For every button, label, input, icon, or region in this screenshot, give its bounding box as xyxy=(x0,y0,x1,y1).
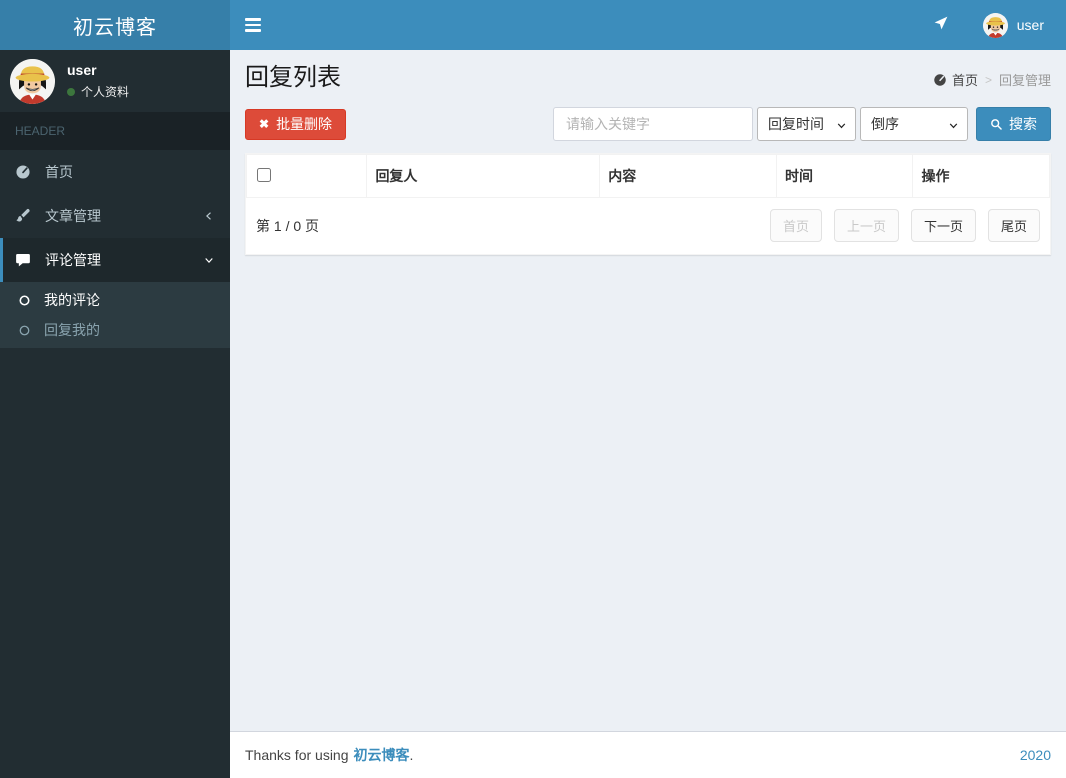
x-icon: ✖ xyxy=(259,117,270,131)
submenu-item-label: 我的评论 xyxy=(44,292,100,308)
logo-link[interactable]: 初云博客 xyxy=(0,0,230,50)
footer-period: . xyxy=(409,747,414,763)
send-message-button[interactable] xyxy=(919,0,963,50)
first-page-button: 首页 xyxy=(769,209,822,242)
reply-list-box: 回复人 内容 时间 操作 第 1 / 0 页 首页 上一页 下一页 尾页 xyxy=(245,153,1051,255)
submenu-item-label: 回复我的 xyxy=(44,322,100,338)
column-header-content: 内容 xyxy=(599,154,777,198)
top-navbar: user xyxy=(230,0,1066,50)
sidebar-item-my-comments[interactable]: 我的评论 xyxy=(0,285,230,315)
order-select-wrap: 倒序 xyxy=(860,107,968,141)
last-page-button[interactable]: 尾页 xyxy=(987,209,1040,242)
breadcrumb-separator: > xyxy=(984,72,992,87)
table-header-row: 回复人 内容 时间 操作 xyxy=(245,154,1050,198)
pagination-bar: 第 1 / 0 页 首页 上一页 下一页 尾页 xyxy=(246,198,1050,254)
dashboard-icon xyxy=(15,162,35,182)
sidebar-item-articles[interactable]: 文章管理 xyxy=(0,194,230,238)
column-header-actions: 操作 xyxy=(912,154,1050,198)
online-status-icon xyxy=(67,87,75,96)
sidebar-toggle-button[interactable] xyxy=(230,0,276,50)
main-footer: Thanks for using 初云博客 . 2020 xyxy=(230,731,1066,778)
sidebar-user-panel: user 个人资料 xyxy=(0,50,230,112)
sidebar-item-comments[interactable]: 评论管理 xyxy=(0,238,230,282)
sidebar-item-label: 评论管理 xyxy=(45,252,101,268)
breadcrumb-home-link[interactable]: 首页 xyxy=(933,70,978,89)
column-header-time: 时间 xyxy=(775,154,914,198)
sidebar-item-home[interactable]: 首页 xyxy=(0,150,230,194)
page-info: 第 1 / 0 页 xyxy=(256,217,320,234)
content-wrapper: 回复列表 首页 > 回复管理 ✖ 批量删除 请输入关键字 回复时间 倒序 搜索 … xyxy=(230,50,1066,731)
toolbar-search-group: 回复时间 倒序 xyxy=(553,107,1051,141)
sidebar-section-header: HEADER xyxy=(0,112,230,150)
chevron-left-icon xyxy=(203,210,215,222)
chevron-down-icon xyxy=(203,254,215,266)
navbar-right: user xyxy=(919,0,1066,50)
dashboard-icon xyxy=(933,73,947,87)
breadcrumb-current: 回复管理 xyxy=(998,73,1051,88)
sidebar-item-replies-to-me[interactable]: 回复我的 xyxy=(0,315,230,345)
sidebar-user-info: user 个人资料 xyxy=(67,62,129,100)
toolbar: ✖ 批量删除 回复时间 倒序 xyxy=(245,107,1051,141)
column-header-replier: 回复人 xyxy=(366,154,601,198)
footer-year: 2020 xyxy=(1019,747,1051,763)
search-input[interactable] xyxy=(553,107,753,141)
batch-delete-button[interactable]: ✖ 批量删除 xyxy=(245,108,347,140)
navbar-avatar xyxy=(982,12,1008,38)
page-title: 回复列表 xyxy=(245,64,341,91)
breadcrumb-home-label: 首页 xyxy=(951,73,978,88)
profile-link[interactable]: 个人资料 xyxy=(67,83,129,100)
reply-table: 回复人 内容 时间 操作 xyxy=(245,154,1050,198)
main-header: 初云博客 user xyxy=(0,0,1066,50)
circle-o-icon xyxy=(18,291,36,309)
breadcrumb: 首页 > 回复管理 xyxy=(933,70,1051,89)
comment-icon xyxy=(15,250,35,270)
footer-thanks-text: Thanks for using xyxy=(245,747,349,763)
sidebar-item-label: 文章管理 xyxy=(45,208,101,224)
sidebar: user 个人资料 HEADER 首页 文章管理 评论管理 我的评论 回复我的 xyxy=(0,50,230,778)
user-menu[interactable]: user xyxy=(977,0,1050,50)
pagination-buttons: 首页 上一页 下一页 尾页 xyxy=(769,209,1040,242)
brush-icon xyxy=(15,206,35,226)
select-all-checkbox[interactable] xyxy=(257,167,271,182)
search-icon xyxy=(990,118,1003,131)
sidebar-user-name: user xyxy=(67,62,97,78)
prev-page-button: 上一页 xyxy=(833,209,899,242)
search-button[interactable]: 搜索 xyxy=(976,107,1051,141)
avatar xyxy=(10,58,55,104)
profile-link-label: 个人资料 xyxy=(81,85,130,99)
content-header: 回复列表 首页 > 回复管理 xyxy=(230,50,1066,94)
footer-brand-link[interactable]: 初云博客 xyxy=(354,745,410,765)
logo-title: 初云博客 xyxy=(73,16,157,39)
search-button-label: 搜索 xyxy=(1009,116,1037,132)
hamburger-icon xyxy=(245,18,261,32)
order-select[interactable]: 倒序 xyxy=(860,107,968,141)
filter-select-wrap: 回复时间 xyxy=(757,107,856,141)
circle-o-icon xyxy=(18,321,36,339)
paper-plane-icon xyxy=(933,15,949,36)
admin-app: 初云博客 user user 个人资料 HEADER 首页 文章管理 评论管理 … xyxy=(0,0,1066,778)
next-page-button[interactable]: 下一页 xyxy=(910,209,976,242)
sidebar-item-label: 首页 xyxy=(45,164,73,180)
filter-select[interactable]: 回复时间 xyxy=(757,107,856,141)
select-all-cell xyxy=(245,154,368,198)
navbar-username: user xyxy=(1016,17,1044,33)
sidebar-menu: 首页 文章管理 评论管理 我的评论 回复我的 xyxy=(0,150,230,348)
batch-delete-label: 批量删除 xyxy=(276,116,333,132)
sidebar-submenu: 我的评论 回复我的 xyxy=(0,282,230,348)
